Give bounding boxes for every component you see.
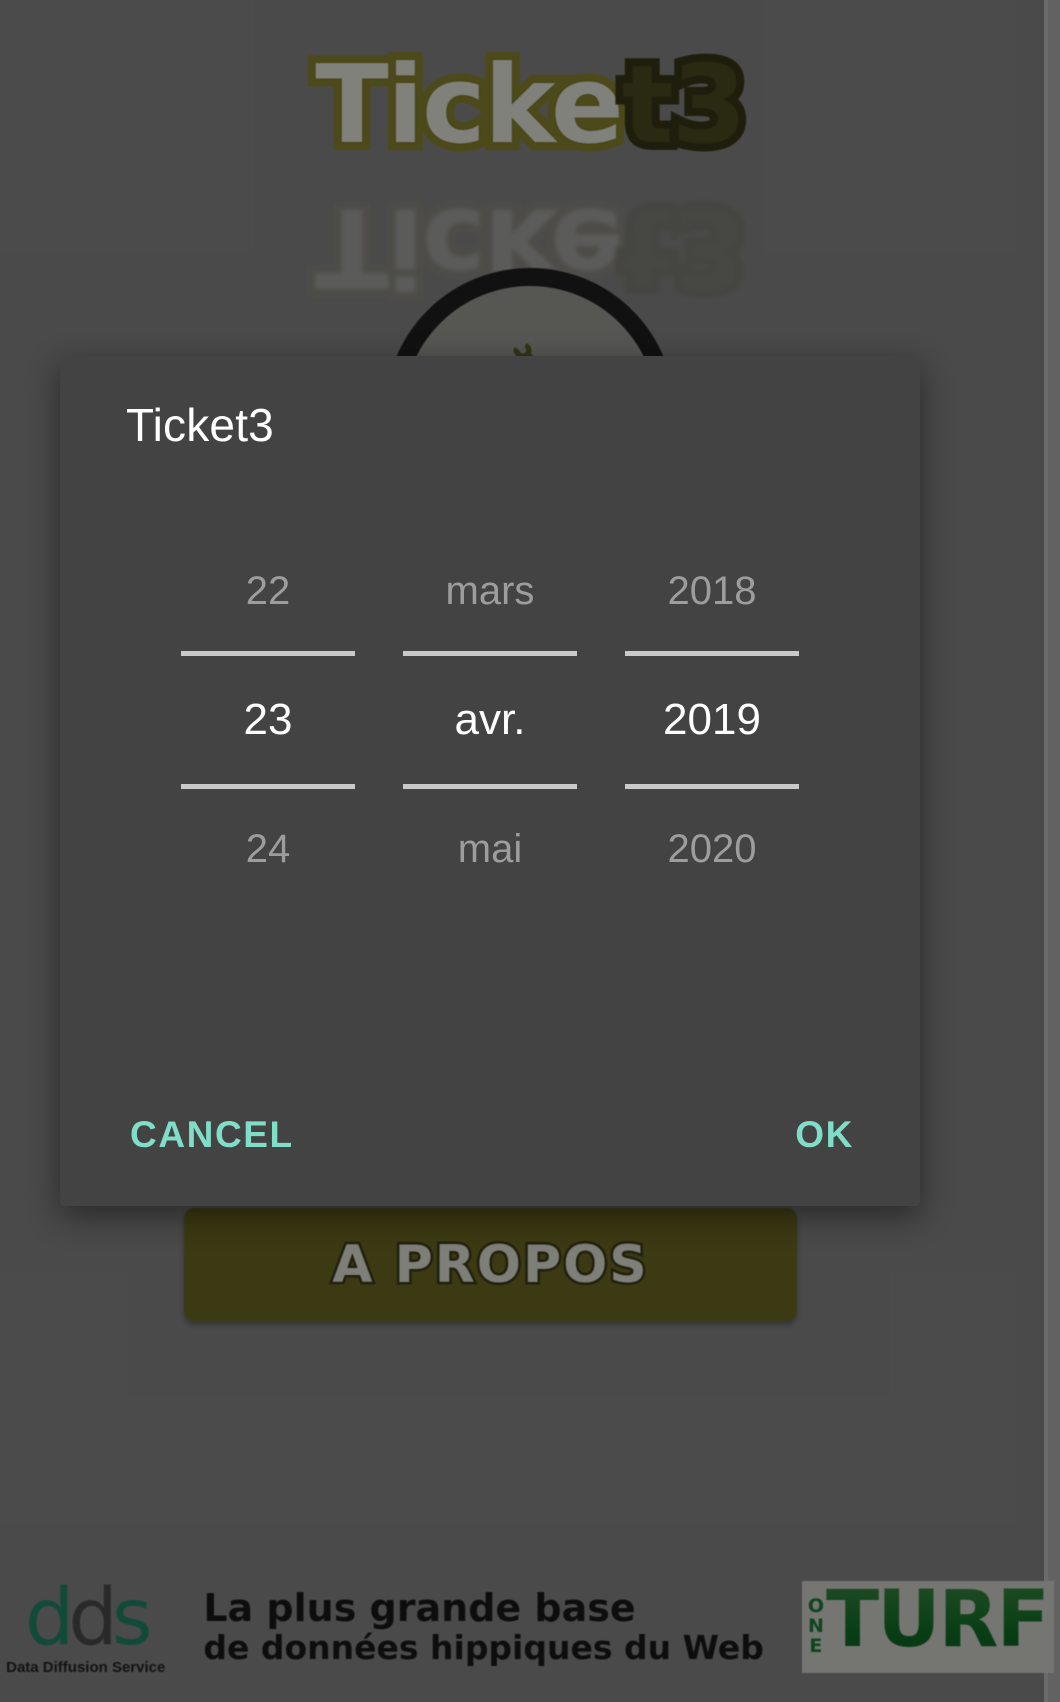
year-previous-value[interactable]: 2018 xyxy=(601,531,823,651)
month-picker-column[interactable]: mars avr. mai xyxy=(379,531,601,909)
date-picker-dialog: Ticket3 22 23 24 mars avr. mai 2018 2019… xyxy=(60,356,920,1206)
day-selected-value[interactable]: 23 xyxy=(157,656,379,784)
day-previous-value[interactable]: 22 xyxy=(157,531,379,651)
day-next-value[interactable]: 24 xyxy=(157,789,379,909)
cancel-button[interactable]: CANCEL xyxy=(120,1106,304,1164)
dialog-title: Ticket3 xyxy=(126,399,274,451)
year-selected-value[interactable]: 2019 xyxy=(601,656,823,784)
year-next-value[interactable]: 2020 xyxy=(601,789,823,909)
month-next-value[interactable]: mai xyxy=(379,789,601,909)
dialog-actions: CANCEL OK xyxy=(60,1056,920,1206)
year-picker-column[interactable]: 2018 2019 2020 xyxy=(601,531,823,909)
month-selected-value[interactable]: avr. xyxy=(379,656,601,784)
ok-button[interactable]: OK xyxy=(785,1106,864,1164)
date-picker: 22 23 24 mars avr. mai 2018 2019 2020 xyxy=(60,531,920,991)
screen-root: Ticket3 Ticket3 ♞ A PROPOS dds Data Diff… xyxy=(0,0,1060,1702)
day-picker-column[interactable]: 22 23 24 xyxy=(157,531,379,909)
month-previous-value[interactable]: mars xyxy=(379,531,601,651)
